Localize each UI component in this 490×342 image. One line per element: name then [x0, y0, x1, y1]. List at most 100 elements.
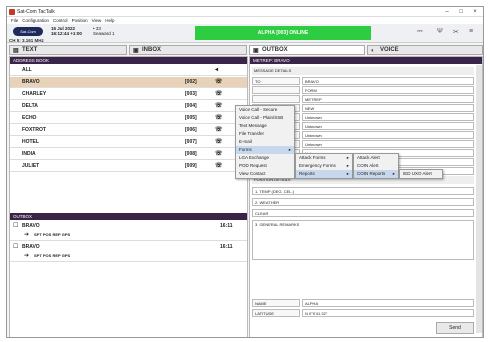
address-row[interactable]: JULIET [009] ☏ [10, 161, 247, 172]
field-value: Unknown [302, 113, 474, 121]
minimize-button[interactable]: – [441, 8, 453, 16]
channel-info: CH 5: 3.161 MHz [9, 38, 44, 43]
app-icon [9, 9, 15, 15]
name-label: NAME [252, 299, 300, 307]
tab-label: TEXT [22, 47, 38, 53]
outbox-item[interactable]: BRAVO 16:11 SPT POS REP GPS ☐ ➔ [10, 221, 247, 241]
tab-text[interactable]: ▤ TEXT [9, 45, 127, 55]
address-row[interactable]: FOXTROT [006] ☏ [10, 125, 247, 136]
menu-item[interactable]: Attack Alert [354, 154, 398, 162]
signal-label: Seaward 1 [93, 31, 115, 36]
checkbox-icon[interactable]: ☐ [13, 222, 18, 229]
menu-item[interactable]: Emergency Forms ▸ [296, 162, 352, 170]
field-label [252, 86, 300, 94]
message-details-label: MESSAGE DETAILS [252, 67, 474, 75]
outbox-to: BRAVO [22, 223, 40, 229]
forms-submenu: Attack Forms ▸ Emergency Forms ▸ Reports ▸ [295, 153, 353, 179]
menu-item[interactable]: LGA Exchange [236, 154, 294, 162]
coin-submenu: IED UXO Alert [399, 169, 443, 179]
address-row[interactable]: INDIA [008] ☏ [10, 149, 247, 160]
send-button[interactable]: Send [436, 322, 474, 334]
address-row[interactable]: ECHO [005] ☏ [10, 113, 247, 124]
field-value: NEW [302, 104, 474, 112]
radio-icon: ☏ [215, 139, 223, 145]
menu-item[interactable]: COIN Reports ▸ [354, 170, 398, 178]
menu-item-view[interactable]: View [92, 17, 102, 24]
app-window: Sat-Com TacTalk – □ × File Configuration C… [6, 6, 484, 338]
chevron-right-icon: ▸ [346, 163, 349, 168]
chat-icon: ▤ [13, 48, 19, 54]
address-row[interactable]: ALL ◂ [10, 65, 247, 76]
address-row[interactable]: CHARLEY [003] ☏ [10, 89, 247, 100]
menu-item[interactable]: Voice Call - Plain/SSB [236, 114, 294, 122]
menu-item-configuration[interactable]: Configuration [22, 17, 49, 24]
menu-item[interactable]: File Transfer [236, 130, 294, 138]
temp-field[interactable]: 1. TEMP (DEG. CEL.) [252, 187, 474, 195]
field-label: TO [252, 77, 300, 85]
name-value: ALPHA [302, 299, 474, 307]
time-text: 16:12:44 +1:00 [51, 31, 82, 36]
menu-bar: File Configuration Control Position View Help [7, 17, 483, 24]
weather-select[interactable]: CLEAR [252, 209, 474, 217]
broadcast-icon: ◂ [215, 67, 219, 73]
maximize-button[interactable]: □ [455, 8, 467, 16]
menu-item[interactable]: View Contact [236, 170, 294, 178]
usb-icon[interactable]: ⎓ [417, 28, 423, 36]
address-row[interactable]: HOTEL [007] ☏ [10, 137, 247, 148]
contact-name: JULIET [22, 163, 40, 169]
address-book-header: ADDRESS BOOK [10, 57, 247, 64]
outbox-header: OUTBOX [10, 213, 247, 220]
menu-item[interactable]: Forms ▸ [236, 146, 294, 154]
radio-icon: ☏ [215, 151, 223, 157]
outbox-icon: ▣ [253, 48, 259, 54]
tab-label: OUTBOX [262, 47, 288, 53]
menu-item[interactable]: Voice Call - Secure [236, 106, 294, 114]
scrollbar[interactable] [476, 65, 482, 333]
remarks-field[interactable]: 3. GENERAL REMARKS [252, 220, 474, 260]
left-panel: ADDRESS BOOK ALL ◂ BRAVO [002] ☏ CHARLEY [003]… [9, 56, 248, 337]
message-header: METREP: BRAVO [250, 57, 482, 64]
contact-code: [007] [185, 139, 197, 145]
menu-item[interactable]: IED UXO Alert [400, 170, 442, 178]
outbox-to: BRAVO [22, 244, 40, 250]
address-row[interactable]: DELTA [004] ☏ [10, 101, 247, 112]
radio-icon: ☏ [215, 163, 223, 169]
menu-item-help[interactable]: Help [105, 17, 114, 24]
title-bar: Sat-Com TacTalk – □ × [7, 7, 483, 17]
menu-item[interactable]: Reports ▸ [296, 170, 352, 178]
contact-name: INDIA [22, 151, 36, 157]
antenna-icon[interactable]: Ψ [437, 28, 443, 35]
context-menu: Voice Call - Secure Voice Call - Plain/SS… [235, 105, 295, 179]
contact-code: [005] [185, 115, 197, 121]
menu-item-position[interactable]: Position [72, 17, 88, 24]
checkbox-icon[interactable]: ☐ [13, 243, 18, 250]
close-button[interactable]: × [469, 8, 481, 16]
message-panel: METREP: BRAVO MESSAGE DETAILS TO BRAVO FOR… [249, 56, 483, 337]
field-value: Unknown [302, 131, 474, 139]
menu-item-control[interactable]: Control [53, 17, 68, 24]
tools-icon[interactable]: ✂ [453, 28, 459, 36]
contact-code: [006] [185, 127, 197, 133]
field-value: Unknown [302, 122, 474, 130]
menu-item[interactable]: COIN Alert [354, 162, 398, 170]
menu-item[interactable]: Attack Forms ▸ [296, 154, 352, 162]
tab-bar: ▤ TEXT ▣ INBOX ▣ OUTBOX ◐ VOICE [7, 45, 483, 55]
menu-item[interactable]: Text Message [236, 122, 294, 130]
address-row[interactable]: BRAVO [002] ☏ [10, 77, 247, 88]
attack-submenu: Attack Alert COIN Alert COIN Reports ▸ [353, 153, 399, 179]
menu-item[interactable]: POD Request [236, 162, 294, 170]
tab-outbox[interactable]: ▣ OUTBOX [249, 45, 365, 55]
menu-item[interactable]: E-mail [236, 138, 294, 146]
tab-inbox[interactable]: ▣ INBOX [129, 45, 247, 55]
contact-code: [004] [185, 103, 197, 109]
field-label [252, 95, 300, 103]
field-value: BRAVO [302, 77, 474, 85]
outbox-item[interactable]: BRAVO 16:11 SPT POS REP GPS ☐ ➔ [10, 242, 247, 262]
menu-icon[interactable]: ≡ [469, 28, 473, 35]
menu-item-file[interactable]: File [11, 17, 18, 24]
datetime: 15 Jul 2022 16:12:44 +1:00 [51, 26, 82, 36]
tab-voice[interactable]: ◐ VOICE [367, 45, 483, 55]
contact-name: ECHO [22, 115, 37, 121]
chevron-right-icon: ▸ [288, 147, 291, 152]
radio-icon: ☏ [215, 103, 223, 109]
